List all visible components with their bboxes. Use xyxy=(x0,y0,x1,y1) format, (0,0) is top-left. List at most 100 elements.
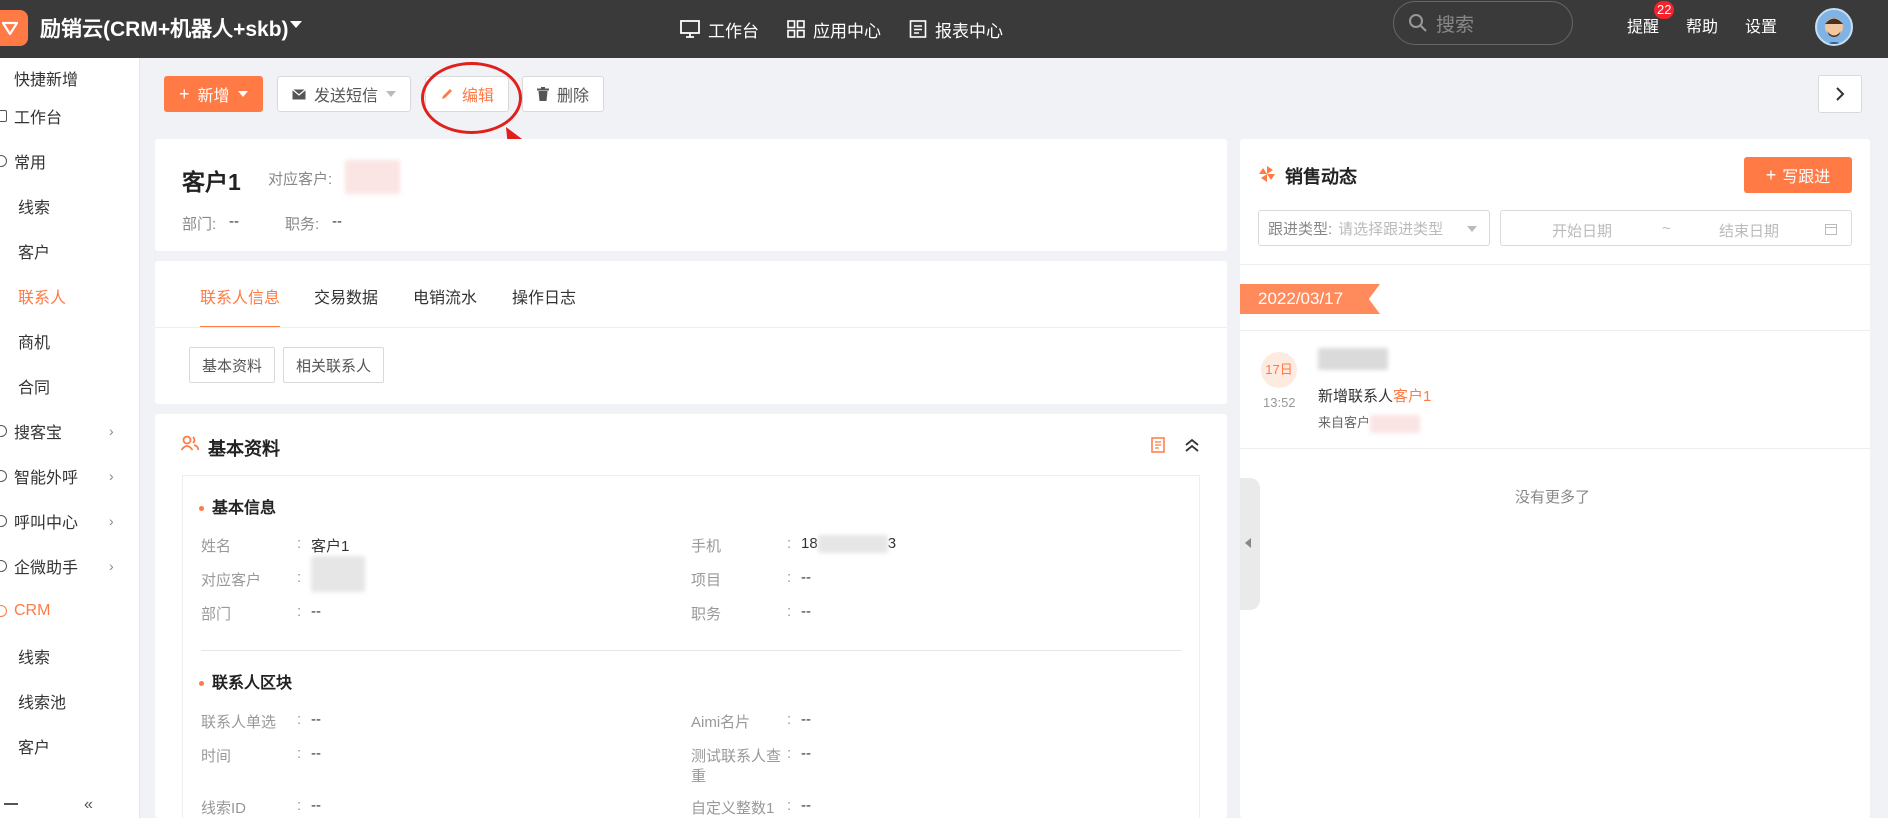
app-switch-caret-icon[interactable] xyxy=(290,21,302,28)
sidebar-item-label: 商机 xyxy=(18,335,51,352)
edit-button[interactable]: 编辑 xyxy=(425,76,510,112)
sidebar-item-contracts[interactable]: 合同 xyxy=(0,366,140,406)
divider xyxy=(1240,264,1870,265)
position-field-value: -- xyxy=(801,603,811,620)
phone-prefix: 18 xyxy=(801,535,818,552)
add-button[interactable]: + 新增 xyxy=(164,76,263,112)
nav-report-center[interactable]: 报表中心 xyxy=(909,0,1003,58)
colon: : xyxy=(297,603,302,620)
bullet-dot-icon xyxy=(199,681,204,687)
dept-label: 部门: xyxy=(182,216,217,233)
nav-workbench[interactable]: 工作台 xyxy=(680,0,759,58)
dup-check-label-wrap: 重 xyxy=(691,768,707,785)
delete-button[interactable]: 删除 xyxy=(522,76,605,112)
sidebar-item-lead-pool[interactable]: 线索池 xyxy=(0,681,140,721)
tab-trade-data[interactable]: 交易数据 xyxy=(314,284,378,308)
start-date-input[interactable]: 开始日期 xyxy=(1552,220,1612,241)
search-input[interactable]: 搜索 xyxy=(1393,1,1573,45)
sidebar-item-label: 客户 xyxy=(18,245,51,262)
subtab-related-contacts[interactable]: 相关联系人 xyxy=(283,347,385,383)
collapse-up-icon[interactable] xyxy=(1184,437,1200,453)
sidebar-item-customers[interactable]: 客户 xyxy=(0,231,140,271)
pinwheel-icon xyxy=(1259,166,1275,182)
menu-icon[interactable] xyxy=(4,803,18,805)
write-followup-button[interactable]: + 写跟进 xyxy=(1744,157,1852,193)
sidebar-item-common[interactable]: 常用 xyxy=(0,141,140,181)
plus-icon xyxy=(0,72,7,84)
send-sms-label: 发送短信 xyxy=(314,88,379,105)
phone-redacted xyxy=(817,535,888,554)
followup-type-placeholder: 请选择跟进类型 xyxy=(1338,220,1444,238)
aimi-card-value: -- xyxy=(801,711,811,728)
sidebar-item-leads[interactable]: 线索 xyxy=(0,186,140,226)
customer-field-redacted[interactable] xyxy=(311,556,365,592)
chevron-right-icon: › xyxy=(109,468,114,484)
sidebar-item-workbench[interactable]: 工作台 xyxy=(0,96,140,136)
sidebar-item-skb[interactable]: 搜客宝 › xyxy=(0,411,140,451)
chevron-right-icon: › xyxy=(109,558,114,574)
followup-type-label: 跟进类型: xyxy=(1268,220,1333,238)
search-circle-icon xyxy=(0,425,7,437)
monitor-icon xyxy=(680,20,700,38)
sidebar-item-crm[interactable]: CRM xyxy=(0,591,140,631)
sidebar-item-smart-call[interactable]: 智能外呼 › xyxy=(0,456,140,496)
tab-contact-info[interactable]: 联系人信息 xyxy=(200,284,280,308)
app-title[interactable]: 励销云(CRM+机器人+skb) xyxy=(40,13,289,43)
phone-suffix: 3 xyxy=(887,535,897,552)
activity-contact-link[interactable]: 客户1 xyxy=(1393,388,1431,405)
sidebar-item-crm-leads[interactable]: 线索 xyxy=(0,636,140,676)
date-range-picker[interactable]: 开始日期 ~ 结束日期 xyxy=(1500,210,1852,246)
customer-label: 对应客户: xyxy=(268,171,333,188)
customer-value-redacted[interactable] xyxy=(345,160,400,194)
chevron-right-icon xyxy=(1836,87,1845,101)
subtab-basic-profile[interactable]: 基本资料 xyxy=(189,347,276,383)
remind-link[interactable]: 提醒 xyxy=(1627,13,1659,37)
custom-int-value: -- xyxy=(801,797,811,814)
panel-collapse-handle[interactable] xyxy=(1240,478,1260,610)
divider xyxy=(201,650,1181,651)
sidebar-item-label: 联系人 xyxy=(18,290,67,307)
sidebar-item-crm-customers[interactable]: 客户 xyxy=(0,726,140,766)
colon: : xyxy=(297,797,302,814)
activity-user-redacted xyxy=(1318,348,1388,370)
star-icon xyxy=(0,155,7,167)
day-chip: 17日 xyxy=(1261,352,1297,388)
aimi-card-label: Aimi名片 xyxy=(691,714,751,731)
tab-operation-log[interactable]: 操作日志 xyxy=(512,284,576,308)
next-record-button[interactable] xyxy=(1818,75,1862,113)
activity-source-redacted[interactable] xyxy=(1370,414,1421,433)
tab-telesales-log[interactable]: 电销流水 xyxy=(413,284,477,308)
sidebar-item-quick-add[interactable]: 快捷新增 xyxy=(0,58,140,98)
clue-id-label: 线索ID xyxy=(201,800,247,817)
collapse-sidebar-icon[interactable]: « xyxy=(84,796,93,814)
sidebar-item-label: 快捷新增 xyxy=(14,72,79,89)
send-sms-button[interactable]: 发送短信 xyxy=(277,76,412,112)
time-label: 时间 xyxy=(201,748,232,765)
help-link[interactable]: 帮助 xyxy=(1686,13,1718,37)
colon: : xyxy=(787,569,792,586)
caret-down-icon xyxy=(237,91,248,97)
end-date-input[interactable]: 结束日期 xyxy=(1719,220,1779,241)
sidebar-item-contacts[interactable]: 联系人 xyxy=(0,276,140,316)
contact-block-title-text: 联系人区块 xyxy=(212,675,293,692)
avatar[interactable] xyxy=(1815,8,1853,46)
edit-button-label: 编辑 xyxy=(462,88,495,105)
write-followup-label: 写跟进 xyxy=(1782,169,1831,186)
followup-type-select[interactable]: 跟进类型: 请选择跟进类型 xyxy=(1258,210,1490,246)
app-logo-icon[interactable] xyxy=(0,10,28,46)
phone-value[interactable]: 18 3 xyxy=(801,535,897,554)
sidebar-item-call-center[interactable]: 呼叫中心 › xyxy=(0,501,140,541)
project-value: -- xyxy=(801,569,811,586)
caret-down-icon xyxy=(1467,226,1477,232)
single-select-label: 联系人单选 xyxy=(201,714,277,731)
sidebar-item-opportunities[interactable]: 商机 xyxy=(0,321,140,361)
settings-link[interactable]: 设置 xyxy=(1745,13,1777,37)
nav-app-center[interactable]: 应用中心 xyxy=(787,0,881,58)
document-icon[interactable] xyxy=(1151,437,1165,453)
customer-field-label: 对应客户 xyxy=(201,572,262,589)
activity-time: 13:52 xyxy=(1263,395,1296,410)
colon: : xyxy=(297,711,302,728)
plus-icon: + xyxy=(179,83,190,104)
activity-text: 新增联系人客户1 xyxy=(1318,385,1431,406)
sidebar-item-wecom[interactable]: 企微助手 › xyxy=(0,546,140,586)
